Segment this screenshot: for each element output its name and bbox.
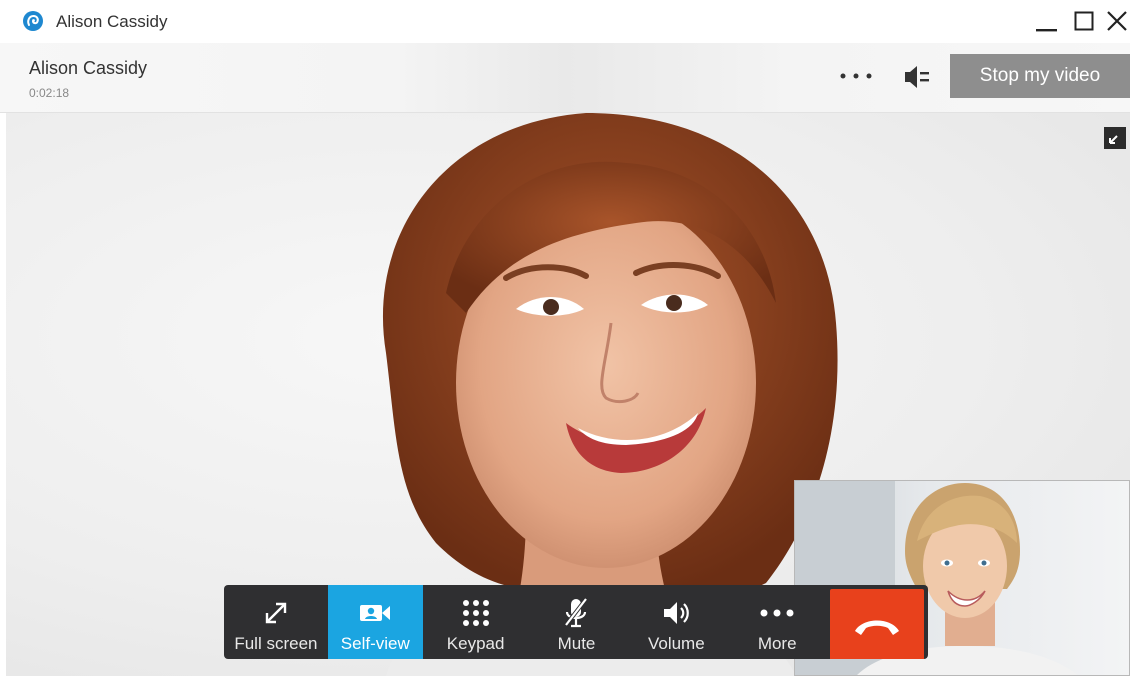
call-duration: 0:02:18 [29, 86, 70, 100]
call-header: Alison Cassidy 0:02:18 Stop my video [0, 43, 1130, 113]
minimize-icon[interactable] [1034, 8, 1060, 34]
more-dots-icon [760, 609, 794, 617]
self-view-button[interactable]: Self-view [327, 585, 423, 659]
speaker-settings-icon[interactable] [900, 60, 934, 94]
stop-my-video-button[interactable]: Stop my video [950, 54, 1130, 98]
full-screen-label: Full screen [234, 634, 318, 653]
more-options-icon[interactable] [838, 69, 878, 83]
close-icon[interactable] [1104, 8, 1130, 34]
volume-label: Volume [647, 634, 705, 653]
hang-up-icon [855, 620, 900, 635]
keypad-button[interactable]: Keypad [423, 585, 529, 659]
expand-icon [265, 602, 287, 624]
more-label: More [757, 634, 797, 653]
call-toolbar: Full screen Self-view Keypad Mute Volume… [224, 585, 928, 659]
contact-name: Alison Cassidy [29, 58, 148, 78]
more-button[interactable]: More [728, 585, 826, 659]
title-bar: Alison Cassidy [0, 0, 1130, 43]
keypad-icon [462, 600, 489, 626]
end-call-button[interactable] [830, 589, 924, 659]
mute-button[interactable]: Mute [529, 585, 625, 659]
self-view-label: Self-view [340, 634, 410, 653]
keypad-label: Keypad [446, 634, 505, 653]
window-title: Alison Cassidy [56, 12, 168, 31]
mute-label: Mute [557, 634, 596, 653]
maximize-icon[interactable] [1072, 8, 1098, 34]
video-camera-icon [360, 605, 391, 621]
full-screen-button[interactable]: Full screen [224, 585, 328, 659]
collapse-icon[interactable] [1104, 127, 1126, 149]
app-logo-icon [23, 11, 43, 31]
microphone-muted-icon [564, 597, 589, 628]
volume-button[interactable]: Volume [624, 585, 728, 659]
volume-icon [664, 602, 690, 624]
